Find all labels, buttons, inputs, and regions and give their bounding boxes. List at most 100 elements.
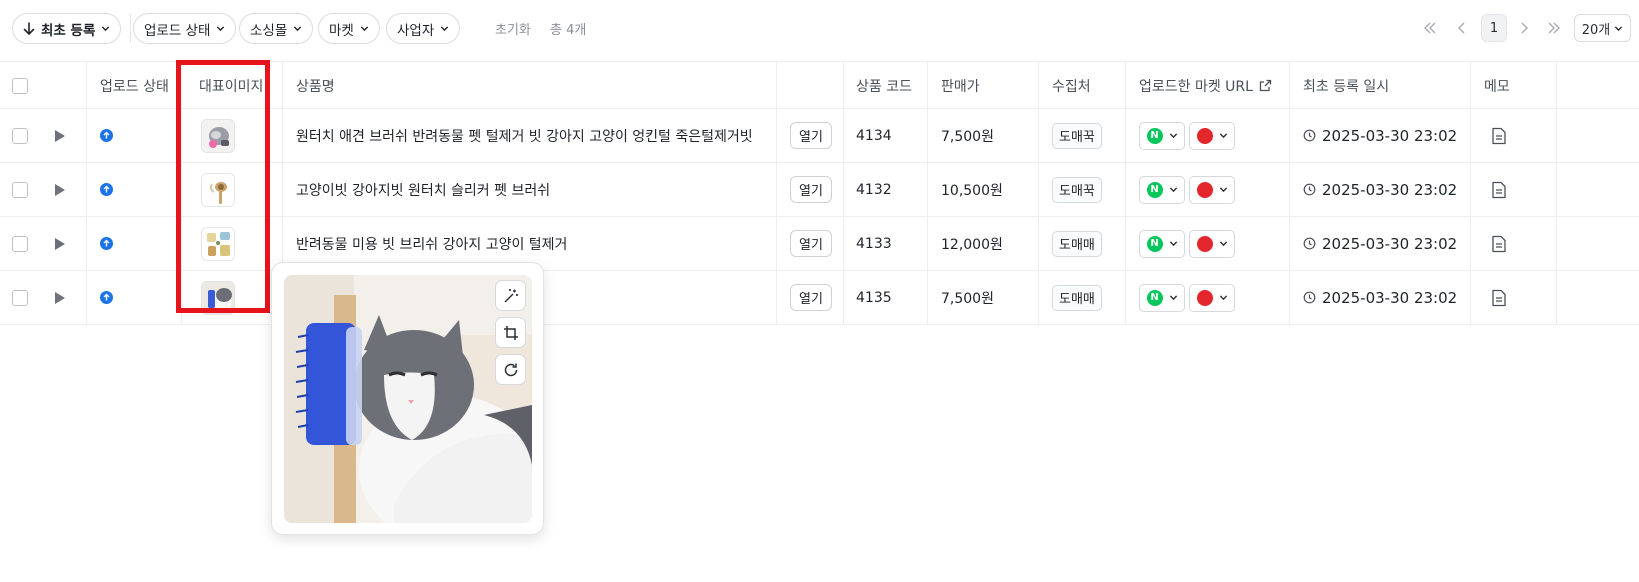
chevron-down-icon [1169,187,1177,193]
document-icon[interactable] [1491,235,1507,253]
filter-sourcing-mall[interactable]: 소싱몰 [239,13,314,44]
image-preview-popover [271,262,544,535]
header-price[interactable]: 판매가 [941,62,980,109]
row-checkbox-cell [12,109,28,162]
open-button[interactable]: 열기 [790,122,832,149]
expand-icon[interactable] [55,237,65,250]
sort-button[interactable]: 최초 등록 [12,13,122,44]
price: 7,500원 [941,290,994,307]
header-market-url[interactable]: 업로드한 마켓 URL [1139,62,1272,109]
market-url-cell: N [1139,217,1235,270]
per-page-label: 20개 [1581,22,1611,38]
preview-image [284,275,532,523]
crop-button[interactable] [495,317,526,348]
price-cell: 7,500원 [941,109,994,162]
market-url-cell: N [1139,163,1235,216]
date-cell: 2025-03-30 23:02 [1303,109,1457,162]
source-badge[interactable]: 도매매 [1052,230,1102,257]
price: 12,000원 [941,236,1003,253]
row-checkbox[interactable] [12,289,28,306]
open-button[interactable]: 열기 [790,176,832,203]
naver-market-dropdown[interactable]: N [1139,283,1185,312]
document-icon[interactable] [1491,127,1507,145]
product-name[interactable]: 원터치 애견 브러쉬 반려동물 펫 털제거 빗 강아지 고양이 엉킨털 죽은털제… [296,126,753,146]
header-product-code[interactable]: 상품 코드 [856,62,912,109]
header-product-name[interactable]: 상품명 [296,62,335,109]
document-icon[interactable] [1491,289,1507,307]
row-checkbox[interactable] [12,235,28,252]
header-upload-status[interactable]: 업로드 상태 [100,62,169,109]
filter-label: 마켓 [329,22,354,39]
date-cell: 2025-03-30 23:02 [1303,271,1457,324]
upload-status-cell [100,163,113,216]
rotate-button[interactable] [495,354,526,385]
upload-status-cell [100,109,113,162]
header-registered-at[interactable]: 최초 등록 일시 [1303,62,1389,109]
price-cell: 10,500원 [941,163,1003,216]
source-cell: 도매매 [1052,217,1102,270]
code-cell: 4133 [856,217,892,270]
expand-icon[interactable] [55,183,65,196]
open-button[interactable]: 열기 [790,284,832,311]
expand-icon[interactable] [55,129,65,142]
memo-cell [1491,217,1507,270]
product-code: 4132 [856,181,892,198]
row-checkbox[interactable] [12,127,28,144]
naver-icon: N [1146,289,1163,306]
memo-cell [1491,271,1507,324]
expand-icon[interactable] [55,291,65,304]
last-page-button[interactable] [1544,14,1564,42]
source-badge[interactable]: 도매꾹 [1052,122,1102,149]
select-all-checkbox[interactable] [12,77,28,94]
source-cell: 도매꾹 [1052,163,1102,216]
registered-date: 2025-03-30 23:02 [1303,235,1457,253]
naver-market-dropdown[interactable]: N [1139,175,1185,204]
clock-icon [1303,183,1316,196]
source-cell: 도매매 [1052,271,1102,324]
header-memo[interactable]: 메모 [1484,62,1510,109]
chevron-down-icon [360,26,368,32]
document-icon[interactable] [1491,181,1507,199]
coupang-market-dropdown[interactable] [1189,121,1235,150]
per-page-select[interactable]: 20개 [1574,14,1631,42]
expand-cell [55,217,65,270]
market-url-cell: N [1139,109,1235,162]
coupang-icon [1196,127,1213,144]
crop-icon [503,325,518,340]
date-text: 2025-03-30 23:02 [1322,126,1458,145]
open-button[interactable]: 열기 [790,230,832,257]
coupang-market-dropdown[interactable] [1189,283,1235,312]
source-badge[interactable]: 도매꾹 [1052,176,1102,203]
row-checkbox[interactable] [12,181,28,198]
product-name[interactable]: 반려동물 미용 빗 브리쉬 강아지 고양이 털제거 [296,234,567,254]
chevron-down-icon [1169,133,1177,139]
prev-page-button[interactable] [1452,14,1472,42]
chevron-left-icon [1458,22,1465,34]
current-page[interactable]: 1 [1481,14,1507,42]
source-badge[interactable]: 도매매 [1052,284,1102,311]
filter-market[interactable]: 마켓 [318,13,380,44]
code-cell: 4135 [856,271,892,324]
date-text: 2025-03-30 23:02 [1322,180,1458,199]
double-chevron-right-icon [1548,22,1560,34]
arrow-down-icon [23,21,35,35]
price-cell: 12,000원 [941,217,1003,270]
double-chevron-left-icon [1424,22,1436,34]
filter-business[interactable]: 사업자 [386,13,461,44]
naver-market-dropdown[interactable]: N [1139,229,1185,258]
product-name[interactable]: 고양이빗 강아지빗 원터치 슬리커 펫 브러쉬 [296,180,550,200]
reset-link[interactable]: 초기화 [495,19,531,38]
coupang-market-dropdown[interactable] [1189,229,1235,258]
expand-cell [55,109,65,162]
product-name-cell: 고양이빗 강아지빗 원터치 슬리커 펫 브러쉬 [296,163,550,216]
coupang-market-dropdown[interactable] [1189,175,1235,204]
chevron-down-icon [102,26,110,32]
header-source[interactable]: 수집처 [1052,62,1091,109]
naver-market-dropdown[interactable]: N [1139,121,1185,150]
open-cell: 열기 [790,217,832,270]
magic-wand-button[interactable] [495,280,526,311]
filter-upload-status[interactable]: 업로드 상태 [133,13,237,44]
price: 10,500원 [941,182,1003,199]
next-page-button[interactable] [1514,14,1534,42]
first-page-button[interactable] [1420,14,1440,42]
